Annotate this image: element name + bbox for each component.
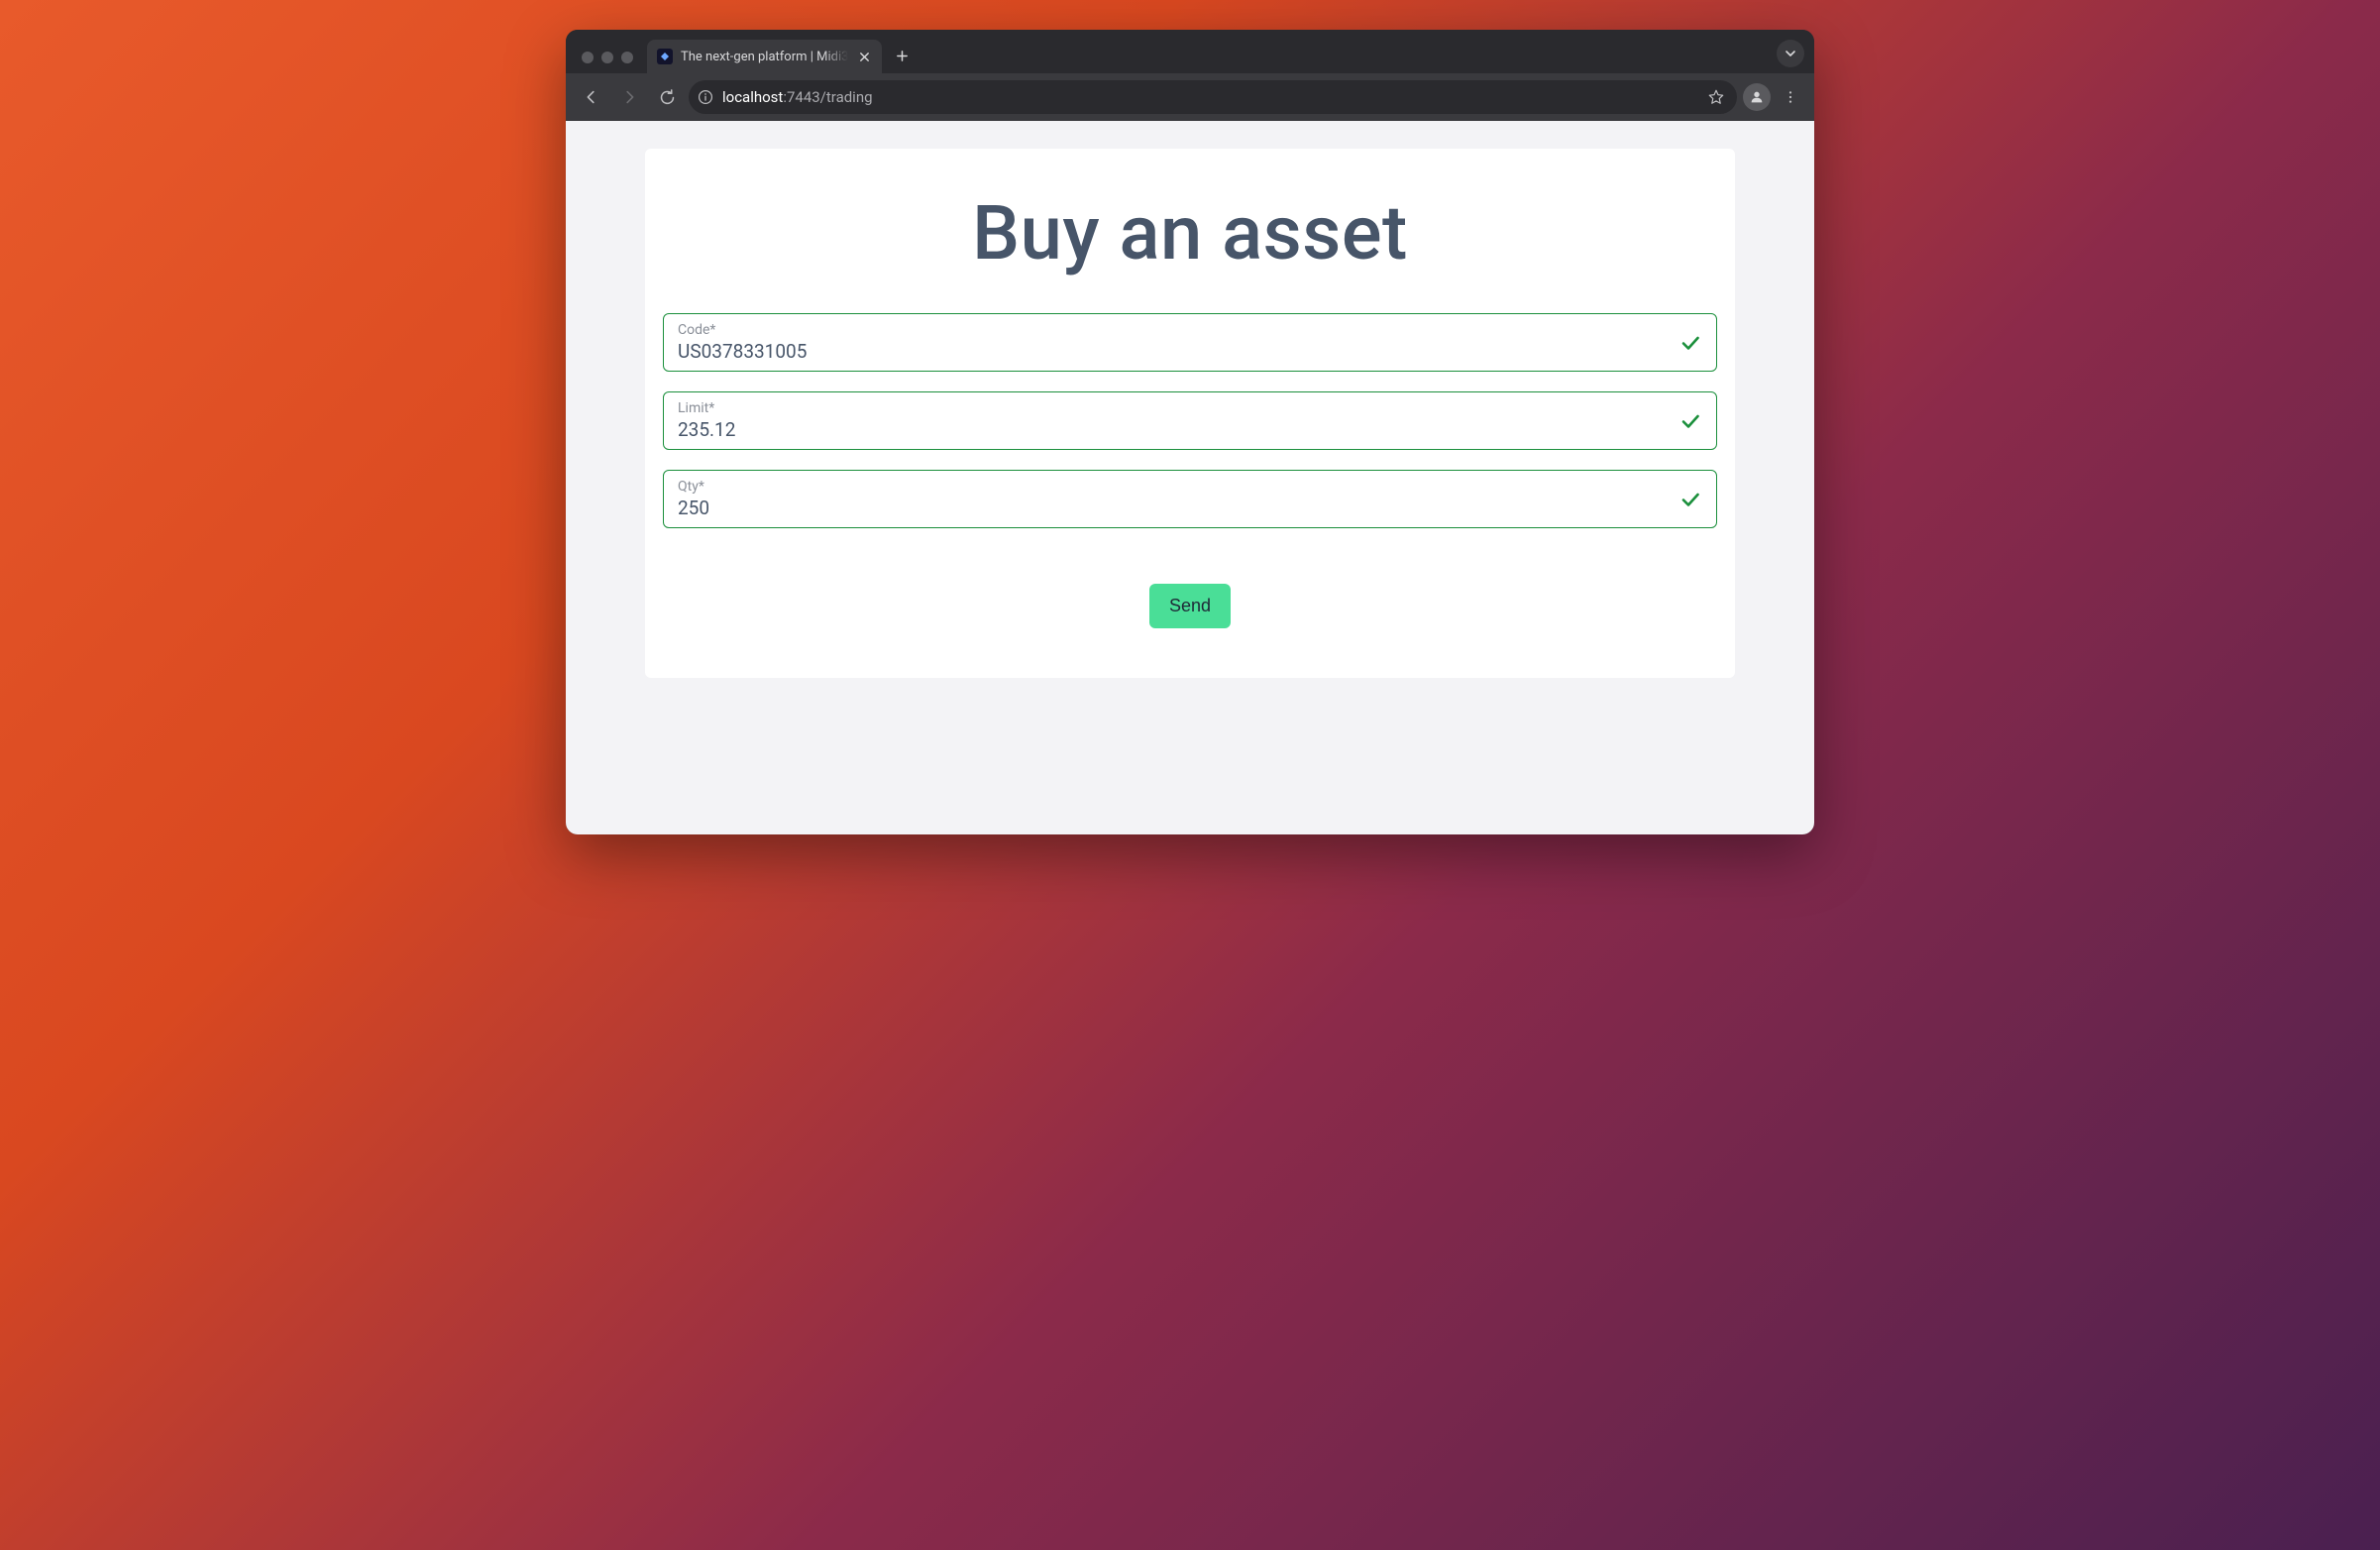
window-minimize-dot[interactable] bbox=[601, 52, 613, 63]
url-text: localhost:7443/trading bbox=[722, 88, 873, 106]
page-title: Buy an asset bbox=[663, 188, 1717, 277]
code-field[interactable]: Code* bbox=[663, 313, 1717, 372]
buy-asset-form: Code* Limit* bbox=[663, 313, 1717, 628]
new-tab-button[interactable] bbox=[888, 42, 916, 69]
browser-tab[interactable]: The next-gen platform | Midi3 bbox=[647, 40, 882, 73]
url-host: localhost bbox=[722, 88, 783, 106]
form-card: Buy an asset Code* Limit* bbox=[645, 149, 1735, 678]
limit-label: Limit* bbox=[678, 400, 1678, 416]
profile-avatar-icon[interactable] bbox=[1743, 83, 1771, 111]
bookmark-star-icon[interactable] bbox=[1703, 84, 1729, 110]
back-button[interactable] bbox=[576, 81, 607, 113]
limit-input[interactable] bbox=[678, 416, 1678, 441]
check-icon bbox=[1678, 331, 1702, 355]
tab-close-icon[interactable] bbox=[856, 49, 872, 64]
tab-title: The next-gen platform | Midi3 bbox=[681, 50, 848, 64]
forward-button[interactable] bbox=[613, 81, 645, 113]
code-input[interactable] bbox=[678, 338, 1678, 363]
reload-button[interactable] bbox=[651, 81, 683, 113]
tab-favicon-icon bbox=[657, 49, 673, 64]
url-path: :7443/trading bbox=[783, 88, 872, 106]
browser-menu-icon[interactable] bbox=[1777, 83, 1804, 111]
window-close-dot[interactable] bbox=[582, 52, 594, 63]
check-icon bbox=[1678, 488, 1702, 511]
tabs-dropdown-button[interactable] bbox=[1777, 40, 1804, 67]
address-bar[interactable]: localhost:7443/trading bbox=[689, 80, 1737, 114]
qty-input[interactable] bbox=[678, 495, 1678, 519]
page-viewport: Buy an asset Code* Limit* bbox=[566, 121, 1814, 834]
window-maximize-dot[interactable] bbox=[621, 52, 633, 63]
check-icon bbox=[1678, 409, 1702, 433]
window-traffic-lights bbox=[576, 52, 641, 73]
browser-toolbar: localhost:7443/trading bbox=[566, 73, 1814, 121]
tab-strip: The next-gen platform | Midi3 bbox=[566, 30, 1814, 73]
qty-label: Qty* bbox=[678, 479, 1678, 495]
send-button[interactable]: Send bbox=[1149, 584, 1231, 628]
limit-field[interactable]: Limit* bbox=[663, 391, 1717, 450]
browser-window: The next-gen platform | Midi3 bbox=[566, 30, 1814, 834]
site-info-icon[interactable] bbox=[697, 88, 714, 106]
code-label: Code* bbox=[678, 322, 1678, 338]
qty-field[interactable]: Qty* bbox=[663, 470, 1717, 528]
submit-row: Send bbox=[663, 584, 1717, 628]
